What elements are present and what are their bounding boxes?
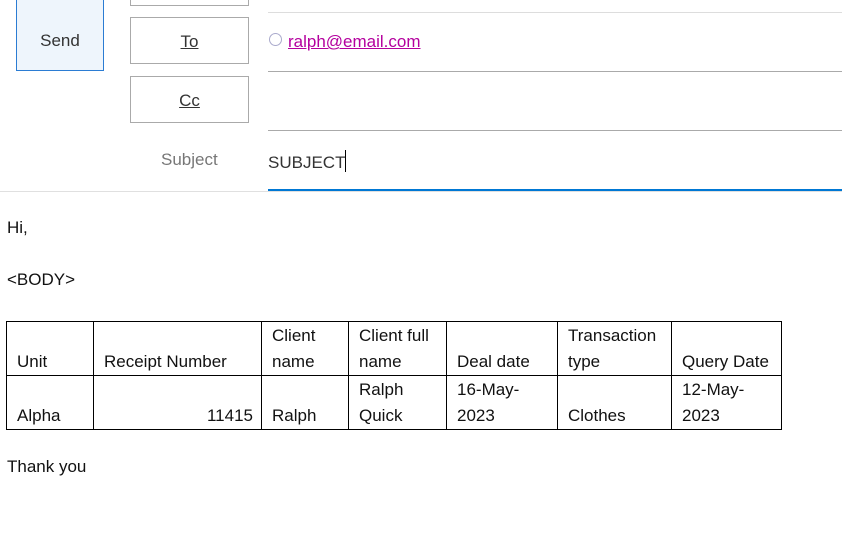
- subject-value: SUBJECT: [268, 153, 346, 172]
- header-cell: Client name: [261, 321, 349, 376]
- subject-input[interactable]: SUBJECT: [268, 150, 347, 173]
- send-icon: [57, 0, 87, 1]
- send-label: Send: [40, 31, 80, 50]
- send-button[interactable]: Send: [16, 0, 104, 71]
- to-field-underline: [268, 71, 842, 72]
- message-body[interactable]: Hi, <BODY> Unit Receipt Number Client na…: [6, 218, 782, 477]
- header-cell: Receipt Number: [93, 321, 262, 376]
- cell: 12-May-2023: [671, 375, 782, 430]
- table-header-row: Unit Receipt Number Client name Client f…: [6, 321, 782, 376]
- cell: Alpha: [6, 375, 94, 430]
- divider: [268, 12, 842, 13]
- cc-field-underline: [268, 130, 842, 131]
- body-placeholder: <BODY>: [7, 270, 76, 289]
- header-divider: [0, 191, 842, 192]
- closing: Thank you: [7, 457, 87, 476]
- header-cell: Query Date: [671, 321, 782, 376]
- header-cell: Client full name: [348, 321, 447, 376]
- cell: 11415: [93, 375, 262, 430]
- cc-button[interactable]: Cc: [130, 76, 249, 123]
- cell: Ralph Quick: [348, 375, 447, 430]
- header-cell: Transaction type: [557, 321, 672, 376]
- cell: Clothes: [557, 375, 672, 430]
- cell: 16-May-2023: [446, 375, 558, 430]
- data-table: Unit Receipt Number Client name Client f…: [6, 321, 782, 430]
- subject-label: Subject: [161, 150, 218, 169]
- cell: Ralph: [261, 375, 349, 430]
- presence-icon: [269, 33, 282, 46]
- header-cell: Unit: [6, 321, 94, 376]
- header-cell: Deal date: [446, 321, 558, 376]
- to-button[interactable]: To: [130, 17, 249, 64]
- cc-input[interactable]: [268, 76, 842, 130]
- cc-label: Cc: [179, 91, 200, 110]
- to-recipient[interactable]: ralph@email.com: [288, 32, 421, 52]
- greeting: Hi,: [7, 218, 28, 237]
- table-row: Alpha 11415 Ralph Ralph Quick 16-May-202…: [6, 375, 782, 430]
- from-button[interactable]: [130, 0, 249, 6]
- to-label: To: [180, 32, 199, 51]
